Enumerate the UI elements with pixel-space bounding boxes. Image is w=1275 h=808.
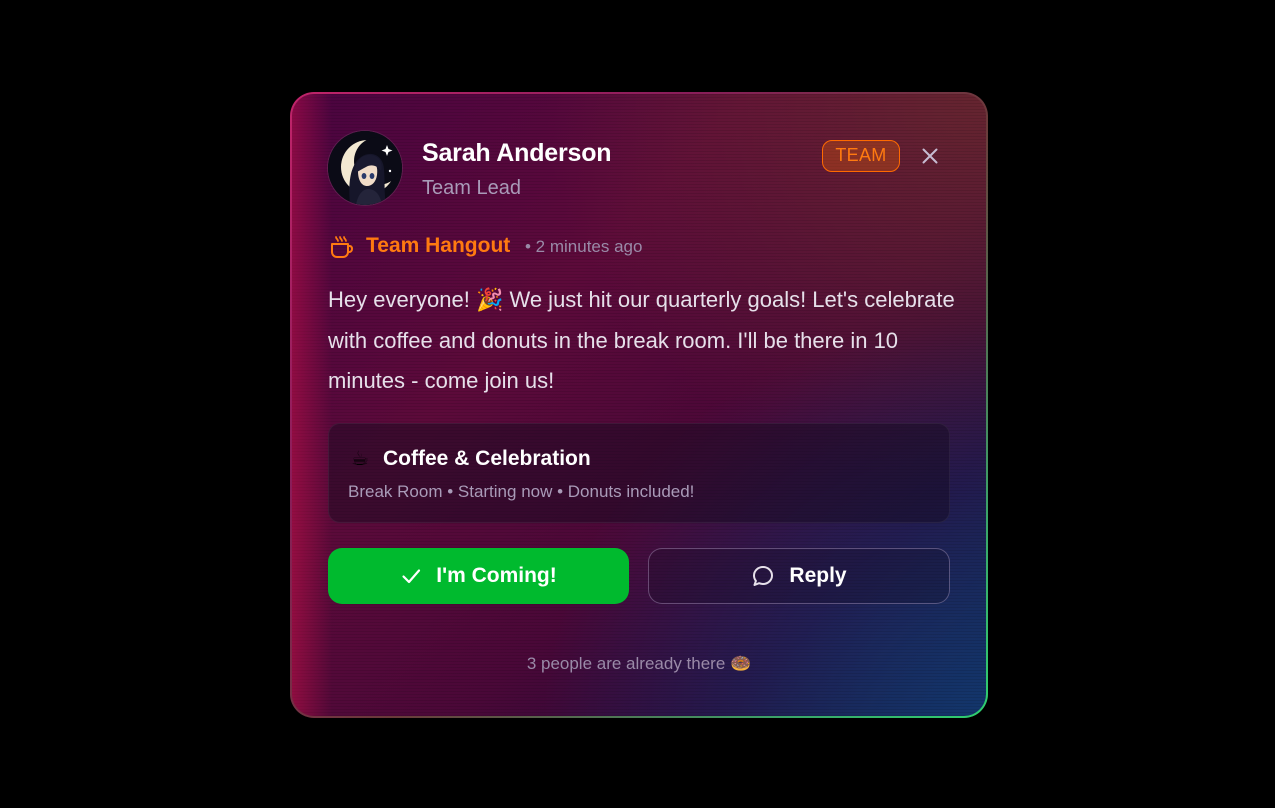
coffee-emoji-icon: ☕ [351, 448, 369, 470]
attendance-note: 3 people are already there 🍩 [526, 654, 752, 673]
checkmark-icon [402, 569, 421, 584]
channel-name[interactable]: Team Hangout [366, 234, 510, 258]
chat-bubble-icon [753, 566, 774, 586]
close-icon [922, 148, 938, 164]
anime-avatar-icon [328, 131, 402, 205]
close-button[interactable] [918, 144, 942, 168]
event-details: Break Room • Starting now • Donuts inclu… [348, 482, 695, 501]
reply-label: Reply [789, 564, 847, 587]
team-badge: TEAM [822, 140, 900, 172]
im-coming-button[interactable]: I'm Coming! [328, 548, 629, 604]
notification-card: Sarah Anderson Team Lead TEAM Team Hango… [292, 94, 986, 716]
avatar[interactable] [328, 131, 402, 205]
event-title: Coffee & Celebration [383, 447, 591, 470]
reply-button[interactable]: Reply [648, 548, 950, 604]
notification-card-border: Sarah Anderson Team Lead TEAM Team Hango… [290, 92, 988, 718]
sender-name: Sarah Anderson [422, 139, 612, 167]
timestamp: • 2 minutes ago [525, 237, 643, 256]
coffee-cup-icon [328, 234, 354, 260]
event-card[interactable]: ☕ Coffee & Celebration Break Room • Star… [328, 423, 950, 523]
message-text: Hey everyone! 🎉 We just hit our quarterl… [328, 287, 955, 393]
sender-role: Team Lead [422, 177, 521, 199]
im-coming-label: I'm Coming! [436, 564, 557, 587]
